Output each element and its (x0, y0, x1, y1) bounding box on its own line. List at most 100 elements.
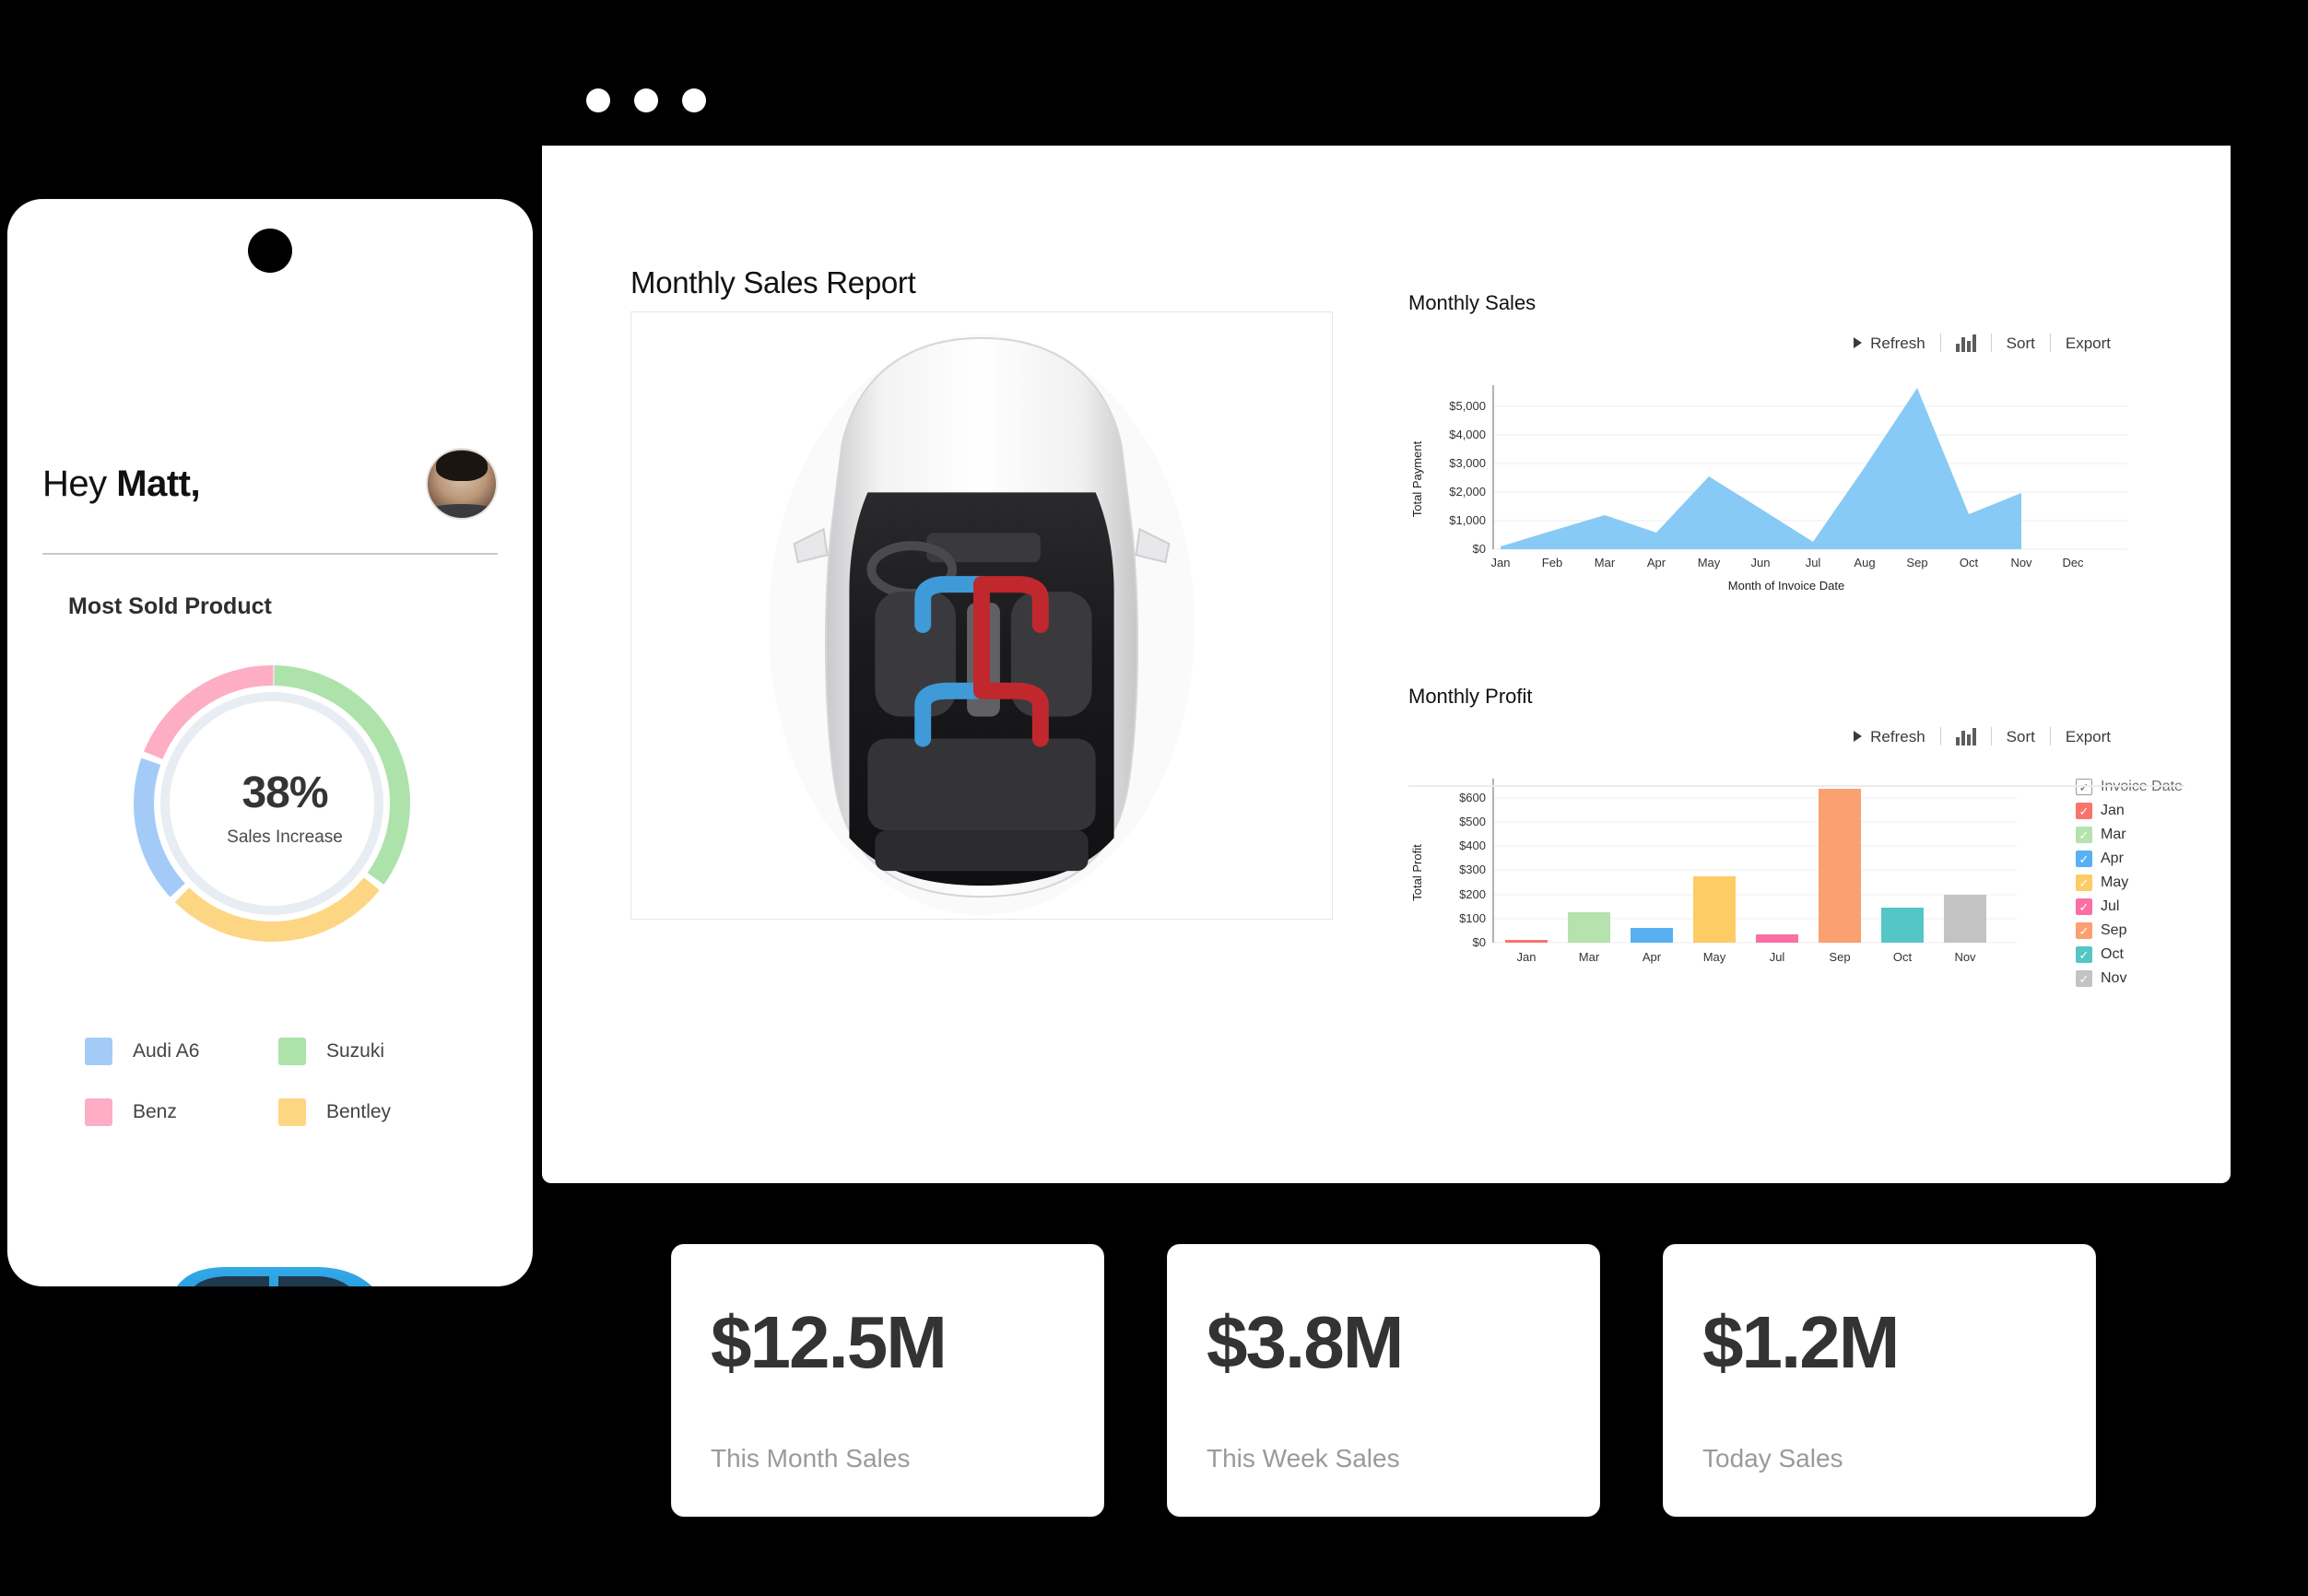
sort-button[interactable]: Sort (1992, 335, 2050, 351)
legend-item-audi[interactable]: Audi A6 (85, 1038, 278, 1065)
export-label: Export (2065, 727, 2111, 745)
bar-chart-icon (1955, 334, 1976, 352)
legend-label: Suzuki (326, 1040, 385, 1062)
svg-text:Nov: Nov (1954, 950, 1976, 964)
window-titlebar (542, 55, 2231, 146)
car-rear-headrests (875, 830, 1089, 872)
stat-label: This Month Sales (711, 1444, 911, 1473)
legend-item-jul[interactable]: ✓ Jul (2076, 898, 2183, 915)
bar-may[interactable] (1693, 876, 1736, 943)
svg-text:Feb: Feb (1542, 556, 1562, 569)
stat-cards-row: $12.5M This Month Sales $3.8M This Week … (671, 1244, 2096, 1517)
legend-item-nov[interactable]: ✓ Nov (2076, 970, 2183, 987)
bar-apr[interactable] (1631, 928, 1673, 943)
bar-sep[interactable] (1819, 789, 1861, 943)
y-tick-labels: $0 $100 $200 $300 $400 $500 $600 (1459, 791, 1486, 949)
legend-swatch-icon (85, 1038, 112, 1065)
refresh-button[interactable]: Refresh (1839, 335, 1940, 351)
x-tick-labels: Jan Feb Mar Apr May Jun Jul Aug Sep Oct (1491, 556, 2085, 569)
monthly-sales-plot: Total Payment $0 $1,000 $2,000 $3,000 $4… (1408, 369, 2173, 604)
legend-item-suzuki[interactable]: Suzuki (278, 1038, 472, 1065)
avatar-shirt (428, 504, 496, 518)
y-axis-title: Total Profit (1410, 844, 1424, 901)
window-content: Monthly Sales Report Monthly Sales Refre… (542, 146, 2231, 1183)
monthly-profit-title: Monthly Profit (1408, 685, 1533, 708)
bar-oct[interactable] (1881, 908, 1924, 943)
legend-item-sep[interactable]: ✓ Sep (2076, 922, 2183, 939)
bar-jan[interactable] (1505, 940, 1548, 943)
legend-item-apr[interactable]: ✓ Apr (2076, 851, 2183, 867)
monthly-profit-toolbar: Refresh Sort Export (1408, 727, 2173, 745)
bar-mar[interactable] (1568, 912, 1610, 943)
checkbox-icon[interactable]: ✓ (2076, 898, 2092, 915)
checkbox-icon[interactable]: ✓ (2076, 827, 2092, 843)
bar-nov[interactable] (1944, 895, 1986, 943)
minimize-icon[interactable] (634, 88, 658, 112)
stat-card-today[interactable]: $1.2M Today Sales (1663, 1244, 2096, 1517)
legend-item-may[interactable]: ✓ May (2076, 874, 2183, 891)
y-axis-title: Total Payment (1410, 440, 1424, 517)
legend-label: Jan (2101, 803, 2125, 818)
profit-bars (1505, 789, 1986, 943)
export-button[interactable]: Export (2051, 729, 2125, 745)
svg-text:Oct: Oct (1893, 950, 1913, 964)
legend-item-jan[interactable]: ✓ Jan (2076, 803, 2183, 819)
refresh-button[interactable]: Refresh (1839, 729, 1940, 745)
car-topview-svg (768, 334, 1195, 916)
stat-card-this-week[interactable]: $3.8M This Week Sales (1167, 1244, 1600, 1517)
checkbox-icon[interactable]: ✓ (2076, 851, 2092, 867)
svg-text:$4,000: $4,000 (1449, 428, 1486, 441)
chart-type-button[interactable] (1941, 334, 1991, 352)
svg-text:$0: $0 (1473, 935, 1486, 949)
legend-item-bentley[interactable]: Bentley (278, 1098, 472, 1126)
svg-text:Jul: Jul (1770, 950, 1785, 964)
legend-title: Invoice Date (2101, 779, 2183, 795)
svg-text:Apr: Apr (1643, 950, 1662, 964)
svg-text:Jul: Jul (1806, 556, 1821, 569)
checkbox-icon[interactable]: ✓ (2076, 970, 2092, 987)
refresh-label: Refresh (1870, 334, 1925, 352)
legend-label: Apr (2101, 851, 2124, 866)
avatar[interactable] (426, 448, 498, 520)
stat-value: $12.5M (711, 1301, 948, 1383)
legend-label: Jul (2101, 898, 2120, 914)
stat-card-this-month[interactable]: $12.5M This Month Sales (671, 1244, 1104, 1517)
page-title: Monthly Sales Report (630, 265, 916, 299)
legend-item-mar[interactable]: ✓ Mar (2076, 827, 2183, 843)
checkbox-icon[interactable]: ✓ (2076, 779, 2092, 795)
monthly-sales-card: Monthly Sales Refresh Sort Export Total … (1408, 291, 2173, 604)
svg-text:Nov: Nov (2010, 556, 2032, 569)
greeting-text: Hey Matt, (42, 464, 201, 505)
export-button[interactable]: Export (2051, 335, 2125, 351)
chart-type-button[interactable] (1941, 727, 1991, 745)
charts-divider (1408, 785, 2184, 787)
bar-jul[interactable] (1756, 934, 1798, 943)
stat-value: $1.2M (1702, 1301, 1900, 1383)
monthly-profit-card: Monthly Profit Refresh Sort Export Total… (1408, 685, 2183, 997)
checkbox-icon[interactable]: ✓ (2076, 946, 2092, 963)
svg-text:Sep: Sep (1829, 950, 1850, 964)
legend-swatch-icon (85, 1098, 112, 1126)
svg-text:Jun: Jun (1751, 556, 1771, 569)
sort-button[interactable]: Sort (1992, 729, 2050, 745)
chevron-right-icon (1854, 731, 1863, 742)
legend-label: Oct (2101, 946, 2124, 962)
stat-value: $3.8M (1207, 1301, 1404, 1383)
checkbox-icon[interactable]: ✓ (2076, 874, 2092, 891)
legend-header[interactable]: ✓ Invoice Date (2076, 779, 2183, 795)
svg-text:Sep: Sep (1906, 556, 1927, 569)
maximize-icon[interactable] (682, 88, 706, 112)
most-sold-product-title: Most Sold Product (68, 593, 272, 619)
legend-item-oct[interactable]: ✓ Oct (2076, 946, 2183, 963)
refresh-label: Refresh (1870, 727, 1925, 745)
legend-item-benz[interactable]: Benz (85, 1098, 278, 1126)
checkbox-icon[interactable]: ✓ (2076, 922, 2092, 939)
svg-text:$1,000: $1,000 (1449, 513, 1486, 527)
checkbox-icon[interactable]: ✓ (2076, 803, 2092, 819)
screen: Hey Matt, Most Sold Product 38% Sales In… (0, 0, 2308, 1596)
close-icon[interactable] (586, 88, 610, 112)
divider (42, 553, 498, 555)
svg-text:$5,000: $5,000 (1449, 399, 1486, 413)
monthly-sales-toolbar: Refresh Sort Export (1408, 334, 2173, 352)
blue-car-image (177, 1267, 372, 1286)
